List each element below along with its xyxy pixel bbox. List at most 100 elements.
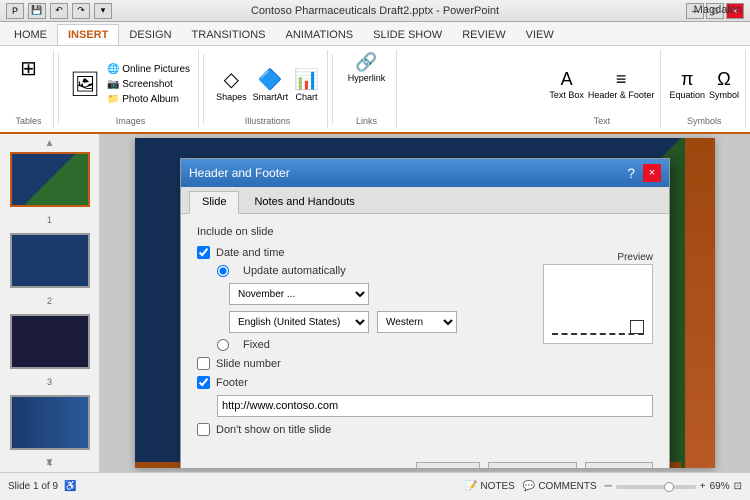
- tab-view[interactable]: VIEW: [516, 25, 564, 45]
- quick-access-save[interactable]: 💾: [28, 3, 46, 19]
- comments-button[interactable]: 💬 COMMENTS: [523, 481, 597, 492]
- quick-access-redo[interactable]: ↷: [72, 3, 90, 19]
- header-footer-dialog: Header and Footer ? × Slide Notes and Ha…: [180, 158, 670, 468]
- footer-input[interactable]: [217, 395, 653, 417]
- calendar-select[interactable]: Western: [377, 311, 457, 333]
- textbox-button[interactable]: A Text Box: [549, 69, 584, 100]
- photo-album-button[interactable]: 📁 Photo Album: [105, 93, 192, 106]
- main-slide-area: CÁCH CHÈN HEADER TRONG POWERPOINT Header…: [100, 134, 750, 472]
- dialog-tab-slide[interactable]: Slide: [189, 191, 239, 214]
- table-button[interactable]: ⊞: [13, 52, 45, 84]
- online-pictures-button[interactable]: 🌐 Online Pictures: [105, 63, 192, 76]
- tab-animations[interactable]: ANIMATIONS: [275, 25, 363, 45]
- dont-show-row: Don't show on title slide: [197, 423, 653, 436]
- include-section-title: Include on slide: [197, 226, 653, 238]
- footer-input-wrap: [217, 395, 653, 417]
- apply-to-all-button[interactable]: Apply to All: [488, 462, 576, 468]
- footer-input-row: [217, 395, 653, 417]
- dialog-help-button[interactable]: ?: [627, 165, 635, 181]
- shapes-button[interactable]: ◇ Shapes: [216, 67, 247, 102]
- ribbon-tab-bar: HOME INSERT DESIGN TRANSITIONS ANIMATION…: [0, 22, 750, 46]
- quick-access-undo[interactable]: ↶: [50, 3, 68, 19]
- date-format-select[interactable]: November ...: [229, 283, 369, 305]
- accessibility-icon: ♿: [64, 481, 76, 492]
- equation-button[interactable]: π Equation: [669, 69, 705, 100]
- images-label: Images: [116, 116, 146, 126]
- hyperlink-button[interactable]: 🔗 Hyperlink: [348, 52, 386, 116]
- quick-access-customize[interactable]: ▾: [94, 3, 112, 19]
- screenshot-button[interactable]: 📷 Screenshot: [105, 78, 192, 91]
- status-left: Slide 1 of 9 ♿: [8, 481, 77, 492]
- slide-thumb-2[interactable]: [10, 233, 90, 288]
- slide-count: Slide 1 of 9: [8, 481, 58, 492]
- slide-number-checkbox[interactable]: [197, 357, 210, 370]
- tab-transitions[interactable]: TRANSITIONS: [182, 25, 276, 45]
- cancel-button[interactable]: Cancel: [585, 462, 653, 468]
- slide-thumb-3[interactable]: [10, 314, 90, 369]
- slide-thumb-1[interactable]: [10, 152, 90, 207]
- slide-number-label: Slide number: [216, 358, 281, 370]
- comments-icon: 💬: [523, 481, 535, 492]
- tab-home[interactable]: HOME: [4, 25, 57, 45]
- slide-panel: ▲ 1 2 3 4 5: [0, 134, 100, 472]
- scroll-down-arrow[interactable]: ▼: [45, 457, 55, 468]
- dont-show-label: Don't show on title slide: [216, 424, 331, 436]
- app-icon[interactable]: P: [6, 3, 24, 19]
- tab-slide-show[interactable]: SLIDE SHOW: [363, 25, 452, 45]
- fixed-radio[interactable]: [217, 339, 229, 351]
- date-time-row: Date and time: [197, 246, 653, 259]
- ribbon-group-text: A Text Box ≡ Header & Footer Text: [543, 50, 661, 128]
- preview-dashes: [552, 325, 644, 335]
- slide-num-1: 1: [0, 215, 99, 225]
- tab-review[interactable]: REVIEW: [452, 25, 515, 45]
- preview-small-indicator: [630, 320, 644, 334]
- dialog-body: Preview Include on slide Date and time: [181, 214, 669, 454]
- zoom-slider[interactable]: [616, 485, 696, 489]
- notes-icon: 📝: [465, 481, 477, 492]
- pictures-button[interactable]: 🖼: [69, 68, 101, 100]
- zoom-out-button[interactable]: ─: [605, 481, 612, 492]
- sep1: [58, 54, 59, 124]
- update-auto-label: Update automatically: [243, 265, 346, 277]
- zoom-in-button[interactable]: +: [700, 481, 706, 492]
- ribbon-group-images: 🖼 🌐 Online Pictures 📷 Screenshot 📁 Photo…: [63, 50, 199, 128]
- slide-thumb-4[interactable]: [10, 395, 90, 450]
- tab-insert[interactable]: INSERT: [57, 24, 119, 45]
- date-time-checkbox[interactable]: [197, 246, 210, 259]
- slide-canvas: CÁCH CHÈN HEADER TRONG POWERPOINT Header…: [135, 138, 715, 468]
- update-auto-radio[interactable]: [217, 265, 229, 277]
- ribbon-group-illustrations: ◇ Shapes 🔷 SmartArt 📊 Chart Illustration…: [208, 50, 328, 128]
- notes-button[interactable]: 📝 NOTES: [465, 481, 515, 492]
- dialog-close-button[interactable]: ×: [643, 164, 661, 182]
- dialog-tabs: Slide Notes and Handouts: [181, 187, 669, 214]
- dialog-tab-notes[interactable]: Notes and Handouts: [241, 191, 367, 213]
- fit-button[interactable]: ⊡: [734, 481, 742, 492]
- dialog-titlebar: Header and Footer ? ×: [181, 159, 669, 187]
- symbol-button[interactable]: Ω Symbol: [709, 69, 739, 100]
- ribbon-group-links: 🔗 Hyperlink Links: [337, 50, 397, 128]
- footer-row: Footer: [197, 376, 653, 389]
- footer-checkbox[interactable]: [197, 376, 210, 389]
- dont-show-checkbox[interactable]: [197, 423, 210, 436]
- symbols-label: Symbols: [687, 116, 722, 126]
- language-select[interactable]: English (United States): [229, 311, 369, 333]
- slide-thumb-container-1: 1: [0, 152, 99, 225]
- preview-box: [543, 264, 653, 344]
- zoom-thumb[interactable]: [664, 482, 674, 492]
- title-bar: P 💾 ↶ ↷ ▾ Contoso Pharmaceuticals Draft2…: [0, 0, 750, 22]
- fixed-label: Fixed: [243, 339, 270, 351]
- slide-thumb-container-3: 3: [0, 314, 99, 387]
- links-label: Links: [356, 116, 377, 126]
- ribbon: ⊞ Tables 🖼 🌐 Online Pictures 📷 Screensho…: [0, 46, 750, 134]
- scroll-up-arrow[interactable]: ▲: [45, 138, 55, 149]
- chart-button[interactable]: 📊 Chart: [294, 67, 319, 102]
- header-footer-button[interactable]: ≡ Header & Footer: [588, 69, 655, 100]
- dialog-overlay: Header and Footer ? × Slide Notes and Ha…: [135, 138, 715, 468]
- apply-button[interactable]: Apply: [416, 462, 480, 468]
- slide-num-2: 2: [0, 296, 99, 306]
- smartart-button[interactable]: 🔷 SmartArt: [253, 67, 289, 102]
- tab-design[interactable]: DESIGN: [119, 25, 181, 45]
- slide-num-3: 3: [0, 377, 99, 387]
- zoom-bar: ─ + 69% ⊡: [605, 481, 742, 492]
- ribbon-group-symbols: π Equation Ω Symbol Symbols: [663, 50, 746, 128]
